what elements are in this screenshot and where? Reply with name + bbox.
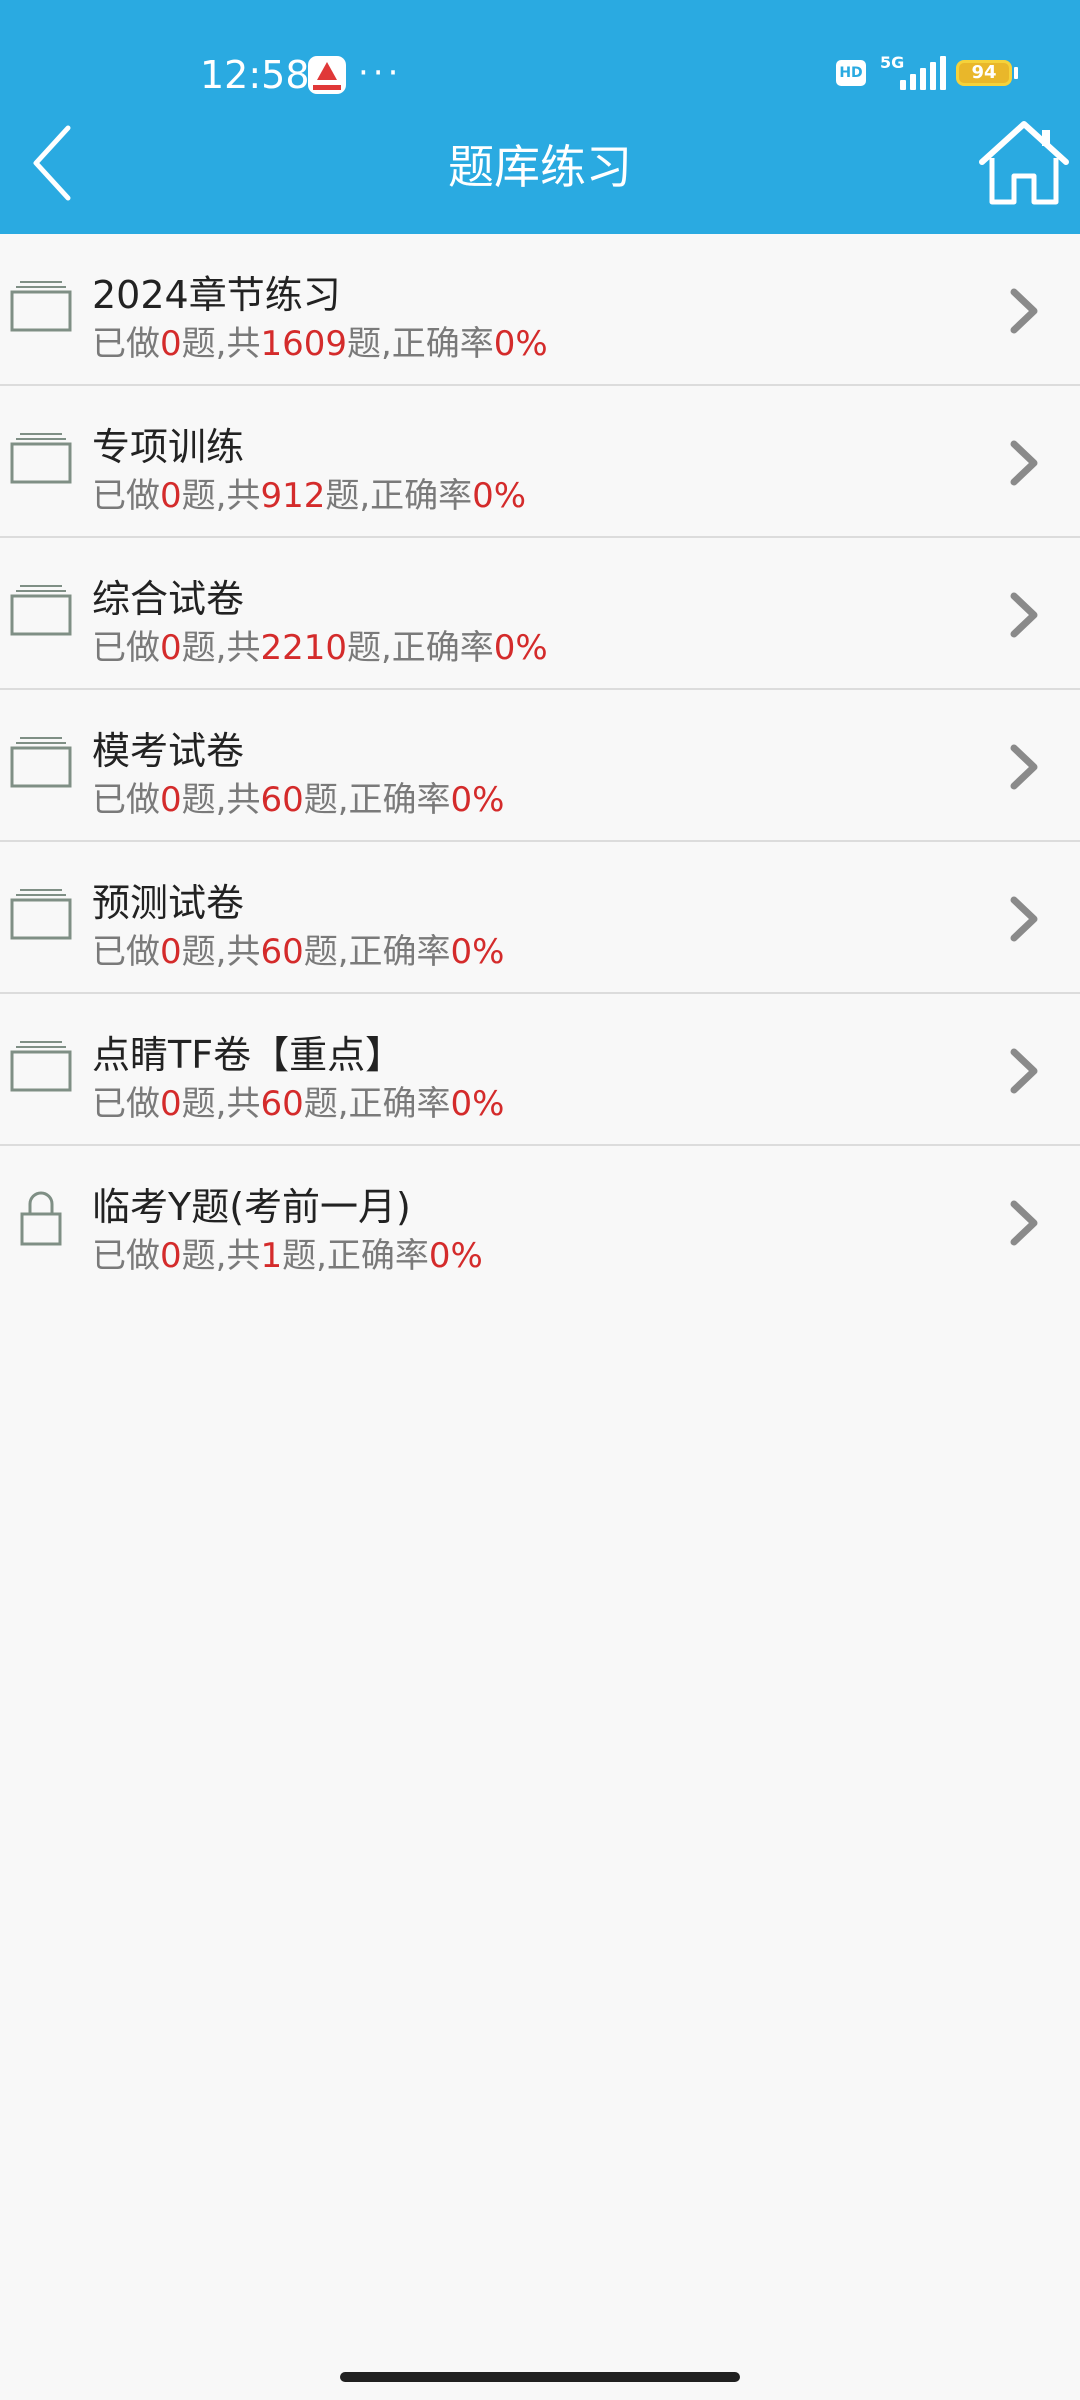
- list-item[interactable]: 点睛TF卷【重点】已做0题,共60题,正确率0%: [0, 994, 1080, 1146]
- rate-prefix: 题,正确率: [325, 476, 473, 516]
- folder-icon: [10, 734, 72, 790]
- total-prefix: 题,共: [181, 1084, 261, 1124]
- done-prefix: 已做: [92, 780, 160, 820]
- battery-tip: [1014, 67, 1018, 79]
- list-item[interactable]: 综合试卷已做0题,共2210题,正确率0%: [0, 538, 1080, 690]
- total-prefix: 题,共: [181, 628, 261, 668]
- chevron-right-icon: [1004, 286, 1044, 336]
- total-count: 60: [260, 780, 304, 820]
- total-prefix: 题,共: [181, 1236, 261, 1276]
- item-progress: 已做0题,共60题,正确率0%: [92, 778, 504, 822]
- accuracy-rate: 0%: [472, 476, 527, 516]
- lock-icon: [10, 1190, 72, 1246]
- list-item[interactable]: 专项训练已做0题,共912题,正确率0%: [0, 386, 1080, 538]
- done-count: 0: [160, 476, 182, 516]
- folder-icon: [10, 278, 72, 334]
- total-count: 912: [260, 476, 326, 516]
- item-progress: 已做0题,共60题,正确率0%: [92, 930, 504, 974]
- rate-prefix: 题,正确率: [303, 780, 451, 820]
- done-count: 0: [160, 780, 182, 820]
- done-count: 0: [160, 324, 182, 364]
- total-prefix: 题,共: [181, 932, 261, 972]
- hd-voice-icon: HD: [836, 60, 866, 86]
- folder-icon: [10, 582, 72, 638]
- status-bar: 12:58 ··· HD 5G 94: [0, 0, 1080, 140]
- done-count: 0: [160, 1236, 182, 1276]
- total-count: 1: [260, 1236, 283, 1276]
- accuracy-rate: 0%: [428, 1236, 483, 1276]
- app-notification-icon: [308, 56, 346, 94]
- rate-prefix: 题,正确率: [346, 628, 494, 668]
- total-count: 2210: [260, 628, 347, 668]
- item-title: 临考Y题(考前一月): [92, 1185, 411, 1229]
- item-progress: 已做0题,共1609题,正确率0%: [92, 322, 548, 366]
- item-title: 点睛TF卷【重点】: [92, 1033, 404, 1077]
- total-prefix: 题,共: [181, 476, 261, 516]
- done-prefix: 已做: [92, 932, 160, 972]
- accuracy-rate: 0%: [493, 324, 548, 364]
- done-count: 0: [160, 932, 182, 972]
- done-prefix: 已做: [92, 476, 160, 516]
- item-progress: 已做0题,共2210题,正确率0%: [92, 626, 548, 670]
- folder-icon: [10, 886, 72, 942]
- done-prefix: 已做: [92, 1084, 160, 1124]
- done-count: 0: [160, 628, 182, 668]
- home-icon: [979, 121, 1069, 205]
- question-bank-list: 2024章节练习 已做0题,共1609题,正确率0% 专项训练 已做0题,共912题,…: [0, 234, 1080, 1296]
- done-prefix: 已做: [92, 1236, 160, 1276]
- accuracy-rate: 0%: [450, 932, 505, 972]
- done-count: 0: [160, 1084, 182, 1124]
- chevron-right-icon: [1004, 590, 1044, 640]
- item-title: 2024章节练习: [92, 273, 341, 317]
- battery-icon: 94: [956, 60, 1012, 86]
- page-title: 题库练习: [448, 140, 632, 194]
- total-count: 1609: [260, 324, 347, 364]
- folder-icon: [10, 1038, 72, 1094]
- signal-strength-icon: [900, 56, 946, 90]
- chevron-right-icon: [1004, 894, 1044, 944]
- chevron-right-icon: [1004, 438, 1044, 488]
- item-progress: 已做0题,共912题,正确率0%: [92, 474, 526, 518]
- folder-icon: [10, 430, 72, 486]
- more-notifications-icon: ···: [358, 53, 403, 93]
- list-item[interactable]: 临考Y题(考前一月) 已做0题,共1题,正确率0%: [0, 1146, 1080, 1296]
- done-prefix: 已做: [92, 324, 160, 364]
- chevron-right-icon: [1004, 1198, 1044, 1248]
- total-count: 60: [260, 932, 304, 972]
- accuracy-rate: 0%: [450, 780, 505, 820]
- item-title: 模考试卷: [92, 729, 245, 773]
- list-item[interactable]: 2024章节练习已做0题,共1609题,正确率0%: [0, 234, 1080, 386]
- item-title: 专项训练: [92, 425, 245, 469]
- total-prefix: 题,共: [181, 780, 261, 820]
- home-indicator[interactable]: [340, 2372, 740, 2382]
- total-prefix: 题,共: [181, 324, 261, 364]
- rate-prefix: 题,正确率: [346, 324, 494, 364]
- home-button[interactable]: [978, 118, 1070, 210]
- accuracy-rate: 0%: [493, 628, 548, 668]
- rate-prefix: 题,正确率: [303, 932, 451, 972]
- item-title: 综合试卷: [92, 577, 245, 621]
- rate-prefix: 题,正确率: [303, 1084, 451, 1124]
- list-item[interactable]: 预测试卷已做0题,共60题,正确率0%: [0, 842, 1080, 994]
- item-progress: 已做0题,共1题,正确率0%: [92, 1234, 483, 1278]
- app-header: 12:58 ··· HD 5G 94 题库练习: [0, 0, 1080, 234]
- chevron-right-icon: [1004, 742, 1044, 792]
- chevron-right-icon: [1004, 1046, 1044, 1096]
- status-time: 12:58: [200, 53, 310, 97]
- accuracy-rate: 0%: [450, 1084, 505, 1124]
- rate-prefix: 题,正确率: [282, 1236, 429, 1276]
- item-progress: 已做0题,共60题,正确率0%: [92, 1082, 504, 1126]
- done-prefix: 已做: [92, 628, 160, 668]
- total-count: 60: [260, 1084, 304, 1124]
- list-item[interactable]: 模考试卷已做0题,共60题,正确率0%: [0, 690, 1080, 842]
- item-title: 预测试卷: [92, 881, 245, 925]
